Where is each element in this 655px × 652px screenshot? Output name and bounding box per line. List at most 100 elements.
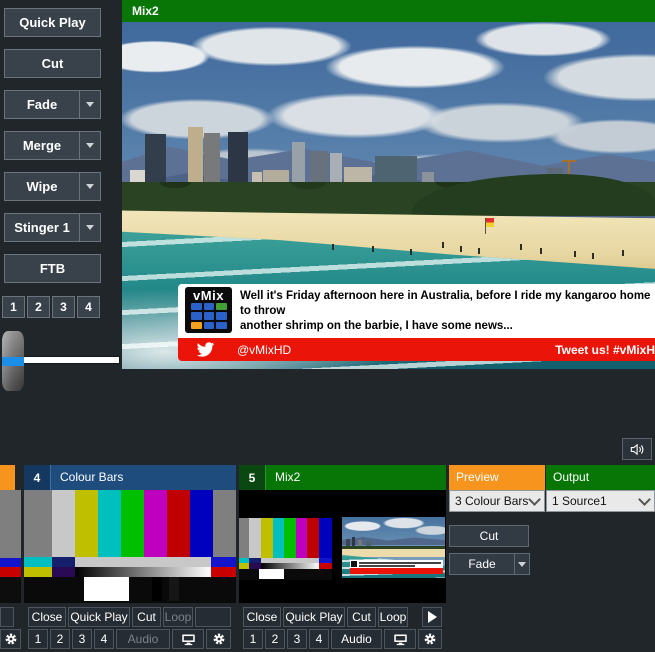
twitter-handle: @vMixHD	[237, 343, 291, 357]
input4-thumbnail[interactable]	[24, 490, 236, 603]
beach-person	[442, 242, 444, 248]
input3-toolbar-edge-button[interactable]	[0, 607, 14, 627]
main-fade-dropdown-button[interactable]	[514, 553, 530, 575]
output-header: Output	[546, 465, 655, 490]
input4-title: Colour Bars	[51, 465, 123, 490]
transition-merge-label: Merge	[5, 132, 79, 159]
transition-fade-button[interactable]: Fade	[4, 90, 101, 119]
output-source-select[interactable]: 1 Source1	[546, 490, 655, 512]
beach-person	[520, 244, 522, 250]
beach-person	[478, 248, 480, 254]
overlay-button-4[interactable]: 4	[77, 296, 100, 318]
beach-person	[460, 246, 462, 252]
vmix-logo-grid	[191, 303, 227, 329]
colour-bars-strip1	[24, 557, 236, 567]
overlay-button-2[interactable]: 2	[27, 296, 50, 318]
chevron-down-icon	[86, 184, 94, 189]
input5-overlay-3-button[interactable]: 3	[287, 629, 307, 649]
master-audio-button[interactable]	[622, 438, 652, 460]
input3-thumbnail-edge	[0, 558, 21, 567]
beach-person	[540, 248, 542, 254]
output-source-value: 1 Source1	[552, 494, 640, 508]
transition-quick-play-button[interactable]: Quick Play	[4, 8, 101, 37]
input5-header[interactable]: 5 Mix2	[239, 465, 446, 490]
input3-thumbnail-edge	[0, 567, 21, 577]
chevron-down-icon	[638, 493, 651, 506]
tbar-position-indicator	[2, 357, 24, 366]
input4-settings-button[interactable]	[206, 629, 231, 649]
input5-close-button[interactable]: Close	[243, 607, 281, 627]
input5-loop-button[interactable]: Loop	[378, 607, 408, 627]
beach-flag	[486, 218, 494, 227]
input5-overlay-4-button[interactable]: 4	[309, 629, 329, 649]
input4-fullscreen-button[interactable]	[172, 629, 204, 649]
input4-blank-button[interactable]	[195, 607, 231, 627]
input5-overlay-2-button[interactable]: 2	[265, 629, 285, 649]
chevron-down-icon	[86, 225, 94, 230]
input5-play-button[interactable]	[422, 607, 442, 627]
chevron-down-icon	[528, 493, 541, 506]
transition-wipe-button[interactable]: Wipe	[4, 172, 101, 201]
input4-overlay-1-button[interactable]: 1	[28, 629, 48, 649]
tbar-track[interactable]	[20, 356, 120, 364]
monitor-icon	[181, 633, 196, 646]
tweet-message: Well it's Friday afternoon here in Austr…	[240, 289, 651, 334]
transition-stinger-button[interactable]: Stinger 1	[4, 213, 101, 242]
input4-cut-button[interactable]: Cut	[132, 607, 161, 627]
input5-fullscreen-button[interactable]	[384, 629, 416, 649]
input4-quick-play-button[interactable]: Quick Play	[68, 607, 130, 627]
transition-merge-button[interactable]: Merge	[4, 131, 101, 160]
input5-overlay-1-button[interactable]: 1	[243, 629, 263, 649]
beach-person	[622, 250, 624, 256]
mix2-window: Mix2	[122, 0, 655, 369]
mix2-video-preview[interactable]: vMix Well it's Friday afternoon here in …	[122, 22, 655, 369]
beach-person	[332, 244, 334, 250]
input4-loop-button[interactable]: Loop	[163, 607, 193, 627]
play-icon	[428, 611, 437, 623]
gear-icon	[4, 632, 18, 646]
transition-ftb-button[interactable]: FTB	[4, 254, 101, 283]
input5-thumbnail[interactable]	[239, 490, 446, 603]
vmix-logo: vMix	[185, 287, 232, 333]
main-fade-control: Fade	[449, 553, 530, 575]
transition-cut-button[interactable]: Cut	[4, 49, 101, 78]
merge-dropdown-button[interactable]	[79, 132, 100, 159]
preview-header: Preview	[449, 465, 545, 490]
input4-number: 4	[24, 465, 51, 490]
mini-colour-bars	[239, 518, 332, 580]
colour-bars-strip2	[24, 567, 236, 577]
monitor-icon	[393, 633, 408, 646]
input5-audio-button[interactable]: Audio	[331, 629, 382, 649]
colour-bars-bottom	[24, 577, 236, 603]
input4-overlay-2-button[interactable]: 2	[50, 629, 70, 649]
mini-mix-preview	[342, 517, 445, 578]
chevron-down-icon	[86, 143, 94, 148]
crane-arm	[562, 160, 576, 162]
transition-fade-label: Fade	[5, 91, 79, 118]
overlay-button-1[interactable]: 1	[2, 296, 25, 318]
overlay-button-3[interactable]: 3	[52, 296, 75, 318]
main-fade-button[interactable]: Fade	[449, 553, 514, 575]
preview-source-value: 3 Colour Bars	[455, 494, 530, 508]
input5-quick-play-button[interactable]: Quick Play	[283, 607, 345, 627]
fade-dropdown-button[interactable]	[79, 91, 100, 118]
main-cut-button[interactable]: Cut	[449, 525, 529, 547]
twitter-bird-icon	[196, 342, 215, 358]
input4-overlay-3-button[interactable]: 3	[72, 629, 92, 649]
input4-toolbar-row1: Close Quick Play Cut Loop	[28, 607, 231, 627]
tbar-handle[interactable]	[2, 331, 24, 391]
input4-audio-button[interactable]: Audio	[116, 629, 170, 649]
stinger-dropdown-button[interactable]	[79, 214, 100, 241]
input4-close-button[interactable]: Close	[28, 607, 66, 627]
vmix-logo-text: vMix	[185, 288, 232, 303]
input4-header[interactable]: 4 Colour Bars	[24, 465, 236, 490]
colour-bars-main	[24, 490, 236, 557]
input5-settings-button[interactable]	[418, 629, 442, 649]
beach-person	[410, 249, 412, 255]
input5-title: Mix2	[266, 465, 300, 490]
preview-source-select[interactable]: 3 Colour Bars	[449, 490, 545, 512]
input4-overlay-4-button[interactable]: 4	[94, 629, 114, 649]
input3-settings-button[interactable]	[0, 629, 21, 649]
input5-cut-button[interactable]: Cut	[347, 607, 376, 627]
wipe-dropdown-button[interactable]	[79, 173, 100, 200]
